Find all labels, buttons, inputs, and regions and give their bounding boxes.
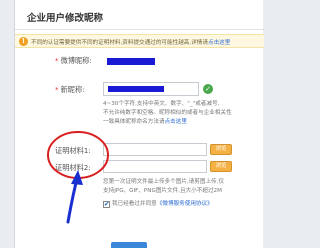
new-nick-hint: 4~30个字符,支持中英文、数字、"_"或者减号, 不允许纯数字和空格。昵称相似… (103, 101, 232, 125)
proof1-label: 证明材料1: (55, 146, 91, 155)
notice-link[interactable]: 点击这里 (208, 40, 230, 46)
proof1-file-input[interactable] (103, 143, 207, 156)
upload-hint: 您第一次证明文件最上传多个图片,请剪图上传,仅 支持JPG、GIF、PNG图片文… (103, 179, 225, 194)
proof2-browse-button[interactable]: 浏览 (210, 161, 232, 172)
checkmark-icon: ✔ (104, 200, 110, 208)
check-ok-icon: ✓ (203, 84, 213, 94)
proof2-label: 证明材料2: (55, 163, 91, 172)
required-marker: * (55, 56, 59, 65)
new-nick-label: * 新昵称: (55, 85, 85, 94)
agree-text: 我已经看过并同意《微博服务使用协议》 (112, 201, 213, 207)
agree-checkbox[interactable]: ✔ (103, 200, 110, 208)
proof2-file-input[interactable] (103, 160, 207, 173)
required-marker: * (55, 85, 59, 94)
warning-icon: ! (19, 37, 28, 46)
weibo-nick-value-redacted (107, 58, 155, 65)
page-container: 企业用户修改昵称 ! 不同的认证需要提供不同的证明材料,资料提交通过的可能性越高… (14, 0, 264, 248)
new-nick-input[interactable] (103, 82, 199, 96)
page-title: 企业用户修改昵称 (27, 13, 104, 24)
notice-banner: ! 不同的认证需要提供不同的证明材料,资料提交通过的可能性越高,详情请点击这里 (15, 34, 264, 48)
naming-rules-link[interactable]: 点击这里 (165, 119, 187, 125)
weibo-nick-label: * 微博昵称: (55, 56, 92, 65)
service-agreement-link[interactable]: 《微博服务使用协议》 (157, 201, 213, 207)
page-header: 企业用户修改昵称 (15, 0, 264, 30)
notice-text: 不同的认证需要提供不同的证明材料,资料提交通过的可能性越高,详情请点击这里 (31, 39, 231, 46)
new-nick-value-redacted (108, 86, 164, 92)
submit-button[interactable] (111, 242, 147, 248)
proof1-browse-button[interactable]: 浏览 (210, 144, 232, 155)
